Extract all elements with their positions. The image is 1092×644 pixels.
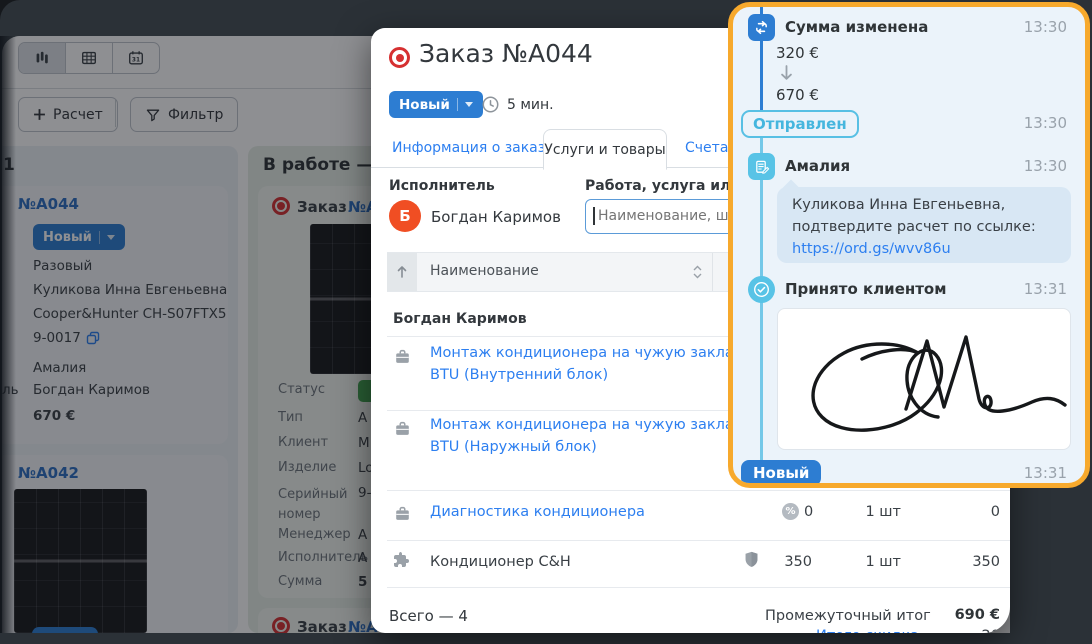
sum-new-value: 670 €	[776, 86, 819, 104]
service-link-line2[interactable]: BTU (Внутренний блок)	[430, 367, 608, 383]
event-time: 13:30	[1024, 114, 1067, 132]
total-discount-value: -20	[940, 628, 1000, 633]
subtotal-label: Промежуточный итог	[765, 608, 931, 624]
comment-line1: Куликова Инна Евгеньевна,	[792, 197, 1005, 213]
items-count: Всего — 4	[389, 607, 468, 625]
status-sent-badge: Отправлен	[741, 110, 859, 138]
arrow-down-icon	[779, 65, 794, 82]
sort-direction-cell[interactable]	[387, 253, 417, 291]
clock-icon	[481, 95, 500, 114]
total-discount-link[interactable]: Итого скидка	[816, 628, 919, 633]
price-value: 350	[762, 554, 812, 570]
event-time: 13:30	[1024, 18, 1067, 36]
comment-bubble: Куликова Инна Евгеньевна, подтвердите ра…	[777, 187, 1071, 263]
comment-line2: подтвердите расчет по ссылке:	[792, 219, 1036, 235]
group-header: Богдан Каримов	[393, 311, 527, 327]
sum-old-value: 320 €	[776, 44, 819, 62]
executor-name: Богдан Каримов	[431, 208, 561, 226]
event-time: 13:31	[1024, 280, 1067, 298]
signature-box	[777, 308, 1071, 450]
search-input[interactable]	[596, 201, 750, 231]
column-header-name[interactable]: Наименование	[430, 263, 539, 279]
order-timeline-panel: Сумма изменена 13:30 320 € 670 € Отправл…	[728, 2, 1090, 488]
status-dropdown[interactable]: Новый	[389, 91, 483, 118]
briefcase-icon	[393, 505, 412, 523]
comment-link[interactable]: https://ord.gs/wvv86u	[792, 241, 951, 257]
total-value: 350	[940, 554, 1000, 570]
total-value: 0	[940, 504, 1000, 520]
arrow-up-icon	[396, 265, 408, 279]
duration-label: 5 мин.	[507, 97, 554, 113]
avatar: Б	[389, 200, 421, 232]
executor-label: Исполнитель	[389, 178, 495, 194]
qty-value: 1 шт	[851, 504, 901, 520]
footer-divider	[387, 587, 1010, 588]
discount-value: 0	[804, 504, 813, 520]
status-label: Новый	[399, 97, 450, 113]
subtotal-value: 690 €	[920, 607, 1000, 623]
event-time: 13:31	[1024, 464, 1067, 482]
avatar-letter: Б	[399, 207, 410, 225]
status-new-badge: Новый	[741, 460, 821, 486]
service-link[interactable]: Диагностика кондиционера	[430, 504, 645, 520]
tab-services-goods[interactable]: Услуги и товары	[543, 129, 667, 170]
event-title: Сумма изменена	[785, 18, 928, 36]
check-circle-icon	[748, 276, 775, 303]
event-title: Амалия	[785, 157, 850, 175]
tab-order-info[interactable]: Информация о заказе	[392, 140, 554, 156]
text-cursor	[593, 207, 595, 225]
column-divider	[712, 253, 713, 291]
bubble-tail	[783, 180, 800, 197]
event-time: 13:30	[1024, 157, 1067, 175]
app-window: 31 Расчет Фильтр 1 №A044 Новый	[0, 0, 1092, 644]
briefcase-icon	[393, 348, 412, 366]
percent-icon: %	[782, 503, 799, 520]
order-target-icon	[389, 47, 410, 68]
badge-divider	[457, 98, 458, 111]
sort-icon[interactable]	[692, 264, 703, 280]
memo-icon	[748, 153, 775, 180]
row-divider	[387, 490, 1010, 491]
repeat-icon	[748, 14, 775, 41]
tab-label: Услуги и товары	[544, 142, 665, 158]
event-title: Принято клиентом	[785, 280, 947, 298]
shield-icon	[743, 550, 760, 569]
service-link-line2[interactable]: BTU (Наружный блок)	[430, 439, 597, 455]
window-edge-shadow	[0, 36, 16, 633]
chevron-down-icon	[465, 102, 473, 107]
qty-value: 1 шт	[851, 554, 901, 570]
product-name[interactable]: Кондиционер C&H	[430, 554, 571, 570]
page-title: Заказ №А044	[419, 39, 593, 68]
briefcase-icon	[393, 420, 412, 438]
signature-image	[778, 309, 1070, 449]
row-divider	[387, 540, 1010, 541]
puzzle-icon	[391, 550, 411, 570]
